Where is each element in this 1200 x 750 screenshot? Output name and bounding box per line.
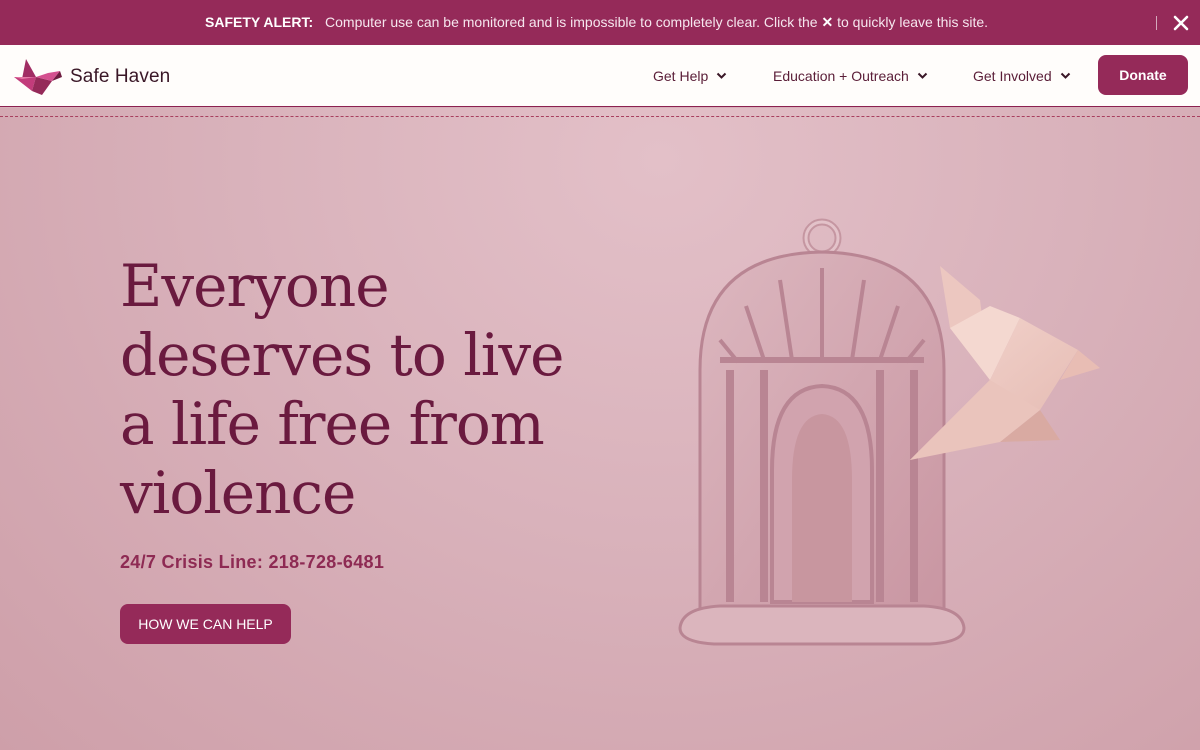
chevron-down-icon (717, 72, 727, 79)
nav-education-outreach-label: Education + Outreach (773, 68, 909, 84)
site-header: Safe Haven Get Help Education + Outreach… (0, 45, 1200, 107)
nav-get-involved-label: Get Involved (973, 68, 1052, 84)
hero-headline-line: deserves to live (120, 321, 564, 389)
safety-alert-bar: SAFETY ALERT: Computer use can be monito… (0, 0, 1200, 45)
nav-get-involved[interactable]: Get Involved (973, 68, 1071, 84)
how-we-can-help-button[interactable]: HOW WE CAN HELP (120, 604, 291, 644)
hero-headline: Everyone deserves to live a life free fr… (120, 252, 640, 528)
hero-headline-line: violence (120, 459, 356, 527)
safety-alert-text: SAFETY ALERT: Computer use can be monito… (205, 14, 988, 31)
crisis-line[interactable]: 24/7 Crisis Line: 218-728-6481 (120, 552, 384, 573)
hero-section: Everyone deserves to live a life free fr… (0, 108, 1200, 750)
chevron-down-icon (917, 72, 928, 79)
nav-get-help-label: Get Help (653, 68, 709, 84)
donate-button[interactable]: Donate (1098, 55, 1188, 95)
close-icon (1173, 15, 1189, 31)
safety-alert-label: SAFETY ALERT: (205, 14, 314, 30)
quick-exit-button[interactable] (1168, 10, 1194, 36)
safety-alert-message-after: to quickly leave this site. (837, 14, 989, 30)
nav-education-outreach[interactable]: Education + Outreach (773, 68, 928, 84)
brand-name: Safe Haven (70, 66, 171, 87)
alert-divider (1156, 16, 1157, 30)
chevron-down-icon (1060, 72, 1070, 79)
hero-headline-line: Everyone (120, 252, 390, 320)
header-dashed-divider (0, 116, 1200, 117)
nav-get-help[interactable]: Get Help (653, 68, 727, 84)
hero-headline-line: a life free from (120, 390, 545, 458)
inline-close-glyph: ✕ (821, 14, 834, 30)
safety-alert-message-before: Computer use can be monitored and is imp… (325, 14, 818, 30)
birdcage-dove-illustration (678, 218, 1100, 646)
site-logo[interactable]: Safe Haven (12, 57, 170, 97)
bird-logo-icon (14, 59, 62, 95)
